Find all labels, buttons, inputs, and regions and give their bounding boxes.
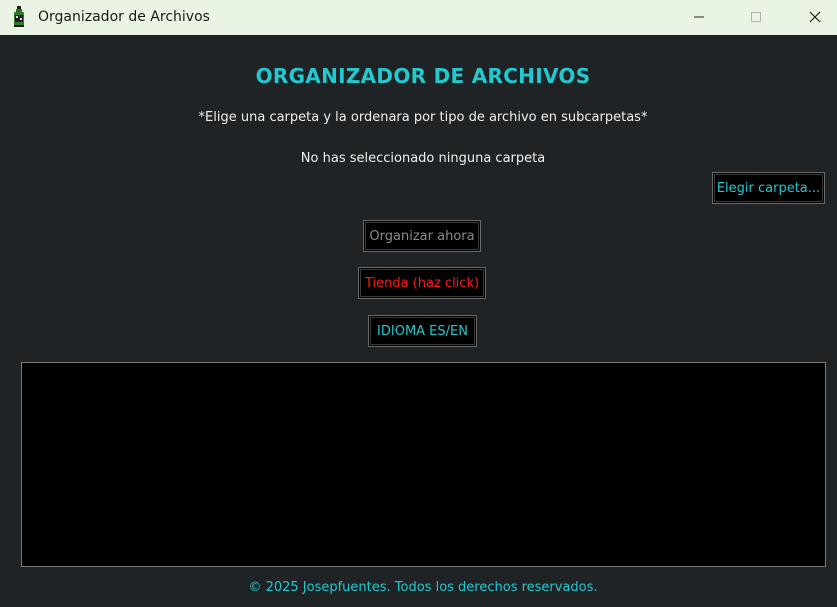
language-toggle-button[interactable]: IDIOMA ES/EN [368,315,477,347]
minimize-button[interactable] [676,0,722,35]
instructions-text: *Elige una carpeta y la ordenara por tip… [198,110,648,125]
folder-status-text: No has seleccionado ninguna carpeta [300,151,546,166]
bottle-icon [12,6,26,28]
log-output-area[interactable] [21,362,826,567]
page-title: ORGANIZADOR DE ARCHIVOS [255,64,591,88]
close-button[interactable] [792,0,837,35]
organize-now-button[interactable]: Organizar ahora [363,220,481,252]
maximize-icon [750,8,762,27]
title-bar[interactable]: Organizador de Archivos [0,0,837,35]
close-icon [809,8,821,27]
copyright-footer: © 2025 Josepfuentes. Todos los derechos … [248,580,598,595]
app-window: Organizador de Archivos ORGANIZADOR DE A… [0,0,837,607]
maximize-button[interactable] [733,0,779,35]
store-button[interactable]: Tienda (haz click) [358,267,486,299]
minimize-icon [693,8,705,27]
choose-folder-button[interactable]: Elegir carpeta... [712,172,825,204]
window-title: Organizador de Archivos [38,9,210,25]
